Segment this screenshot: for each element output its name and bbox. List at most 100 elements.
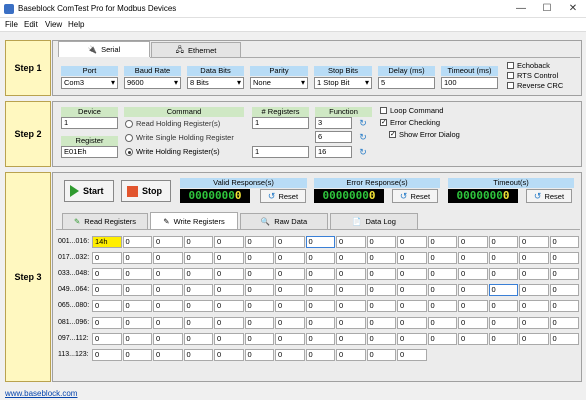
register-cell[interactable]: 0 (244, 300, 274, 313)
register-cell[interactable]: 0 (305, 284, 335, 297)
minimize-button[interactable]: — (508, 0, 534, 18)
register-cell[interactable]: 0 (366, 316, 396, 329)
register-cell[interactable]: 0 (275, 300, 305, 313)
register-cell[interactable]: 0 (427, 332, 457, 345)
register-cell[interactable]: 0 (183, 348, 213, 361)
register-cell[interactable]: 0 (244, 316, 274, 329)
register-cell[interactable]: 0 (122, 252, 152, 265)
register-cell[interactable]: 0 (214, 284, 244, 297)
parity-select[interactable]: None (250, 77, 308, 89)
menu-edit[interactable]: Edit (24, 20, 38, 29)
register-cell[interactable]: 14h (92, 236, 122, 248)
register-input[interactable]: E01Eh (61, 146, 118, 158)
register-cell[interactable]: 0 (488, 236, 518, 248)
register-cell[interactable]: 0 (153, 332, 183, 345)
register-cell[interactable]: 0 (549, 300, 579, 313)
register-cell[interactable]: 0 (549, 316, 579, 329)
register-cell[interactable]: 0 (214, 332, 244, 345)
start-button[interactable]: Start (64, 180, 114, 202)
register-cell[interactable]: 0 (519, 252, 549, 265)
register-cell[interactable]: 0 (183, 236, 213, 248)
register-cell[interactable]: 0 (458, 236, 488, 248)
register-cell[interactable]: 0 (305, 236, 335, 248)
register-cell[interactable]: 0 (214, 316, 244, 329)
register-cell[interactable]: 0 (397, 316, 427, 329)
port-select[interactable]: Com3 (61, 77, 118, 89)
error-reset-button[interactable]: ↺ Reset (392, 189, 438, 203)
register-cell[interactable]: 0 (366, 284, 396, 297)
register-cell[interactable]: 0 (427, 268, 457, 281)
register-cell[interactable]: 0 (305, 268, 335, 281)
register-cell[interactable]: 0 (488, 268, 518, 281)
nregs-write-input[interactable]: 1 (252, 146, 309, 158)
register-cell[interactable]: 0 (214, 348, 244, 361)
register-cell[interactable]: 0 (153, 268, 183, 281)
device-input[interactable]: 1 (61, 117, 118, 129)
register-cell[interactable]: 0 (92, 332, 122, 345)
stop-button[interactable]: Stop (121, 180, 171, 202)
register-cell[interactable]: 0 (397, 332, 427, 345)
register-cell[interactable]: 0 (305, 300, 335, 313)
register-cell[interactable]: 0 (92, 284, 122, 297)
register-cell[interactable]: 0 (183, 284, 213, 297)
register-cell[interactable]: 0 (244, 348, 274, 361)
register-cell[interactable]: 0 (244, 268, 274, 281)
register-cell[interactable]: 0 (366, 236, 396, 248)
tab-read-registers[interactable]: ✎ Read Registers (62, 213, 148, 229)
function-read-input[interactable]: 3 (315, 117, 352, 129)
register-cell[interactable]: 0 (488, 316, 518, 329)
delay-input[interactable]: 5 (378, 77, 435, 89)
register-cell[interactable]: 0 (305, 348, 335, 361)
register-cell[interactable]: 0 (427, 316, 457, 329)
register-cell[interactable]: 0 (122, 332, 152, 345)
close-button[interactable]: ✕ (560, 0, 586, 18)
register-cell[interactable]: 0 (214, 236, 244, 248)
register-cell[interactable]: 0 (488, 284, 518, 297)
radio-write-holding[interactable] (125, 148, 133, 156)
radio-read-holding[interactable] (125, 120, 133, 128)
register-cell[interactable]: 0 (488, 332, 518, 345)
register-cell[interactable]: 0 (458, 252, 488, 265)
register-cell[interactable]: 0 (366, 300, 396, 313)
register-cell[interactable]: 0 (336, 268, 366, 281)
menu-help[interactable]: Help (68, 20, 84, 29)
register-cell[interactable]: 0 (336, 252, 366, 265)
register-cell[interactable]: 0 (122, 348, 152, 361)
register-cell[interactable]: 0 (458, 300, 488, 313)
register-cell[interactable]: 0 (305, 316, 335, 329)
valid-reset-button[interactable]: ↺ Reset (260, 189, 306, 203)
databits-select[interactable]: 8 Bits (187, 77, 244, 89)
register-cell[interactable]: 0 (336, 316, 366, 329)
tab-write-registers[interactable]: ✎ Write Registers (150, 212, 238, 229)
register-cell[interactable]: 0 (336, 284, 366, 297)
register-cell[interactable]: 0 (183, 332, 213, 345)
baud-select[interactable]: 9600 (124, 77, 181, 89)
register-cell[interactable]: 0 (214, 300, 244, 313)
register-cell[interactable]: 0 (275, 284, 305, 297)
stopbits-select[interactable]: 1 Stop Bit (314, 77, 372, 89)
register-cell[interactable]: 0 (397, 300, 427, 313)
register-cell[interactable]: 0 (153, 316, 183, 329)
register-cell[interactable]: 0 (336, 236, 366, 248)
register-cell[interactable]: 0 (336, 332, 366, 345)
register-cell[interactable]: 0 (244, 252, 274, 265)
tab-ethernet[interactable]: 🖧 Ethernet (151, 42, 241, 57)
menu-view[interactable]: View (45, 20, 62, 29)
register-cell[interactable]: 0 (366, 252, 396, 265)
register-cell[interactable]: 0 (519, 268, 549, 281)
send-icon[interactable]: ↻ (358, 132, 368, 142)
register-cell[interactable]: 0 (153, 284, 183, 297)
reverse-crc-checkbox[interactable] (507, 82, 514, 89)
send-icon[interactable]: ↻ (358, 147, 368, 157)
register-cell[interactable]: 0 (122, 268, 152, 281)
timeout-input[interactable]: 100 (441, 77, 498, 89)
register-cell[interactable]: 0 (244, 284, 274, 297)
register-cell[interactable]: 0 (153, 252, 183, 265)
register-cell[interactable]: 0 (92, 300, 122, 313)
register-cell[interactable]: 0 (153, 300, 183, 313)
function-write-input[interactable]: 16 (315, 146, 352, 158)
register-cell[interactable]: 0 (519, 236, 549, 248)
register-cell[interactable]: 0 (427, 236, 457, 248)
register-cell[interactable]: 0 (244, 332, 274, 345)
register-cell[interactable]: 0 (183, 300, 213, 313)
